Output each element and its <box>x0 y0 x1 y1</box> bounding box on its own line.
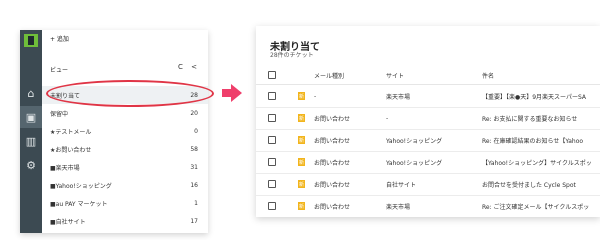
view-item-count: 0 <box>194 127 198 135</box>
view-item-label: ■楽天市場 <box>50 164 80 172</box>
mail-type: お問い合わせ <box>314 203 351 211</box>
view-item-label: 保留中 <box>50 110 69 118</box>
add-button[interactable]: + 追加 <box>50 34 69 43</box>
home-icon[interactable]: ⌂ <box>20 82 42 104</box>
site: - <box>386 114 389 122</box>
view-item-count: 1 <box>194 199 198 207</box>
view-list: 未割り当て 28 保留中 20 ★テストメール 0 ★お問い合わせ 58 ■楽天市場 31… <box>42 86 208 230</box>
view-item-inquiries[interactable]: ★お問い合わせ 58 <box>42 140 208 158</box>
ticket-count: 28件のチケット <box>270 52 314 59</box>
view-item-count: 16 <box>190 181 198 189</box>
table-row[interactable]: 新 お問い合わせ 自社サイト お問合せを受付ました Cycle Spot <box>256 173 600 196</box>
view-item-rakuten[interactable]: ■楽天市場 31 <box>42 158 208 176</box>
view-item-label: ★お問い合わせ <box>50 146 92 154</box>
view-item-au-pay[interactable]: ■au PAY マーケット 1 <box>42 194 208 212</box>
mail-type: - <box>314 92 317 100</box>
table-header: メール種別 サイト 件名 <box>256 66 600 85</box>
subject: 【重要】【楽●天】9月楽天スーパーSA <box>482 93 587 101</box>
ticket-list-panel: 未割り当て 28件のチケット メール種別 サイト 件名 新 - 楽天市場 【重要… <box>256 26 600 217</box>
site: 楽天市場 <box>386 203 411 211</box>
column-header-type[interactable]: メール種別 <box>314 66 344 84</box>
view-tools[interactable]: C < <box>178 63 200 71</box>
new-badge: 新 <box>298 158 305 166</box>
site: Yahoo!ショッピング <box>386 159 443 167</box>
row-checkbox[interactable] <box>268 158 276 166</box>
column-header-site[interactable]: サイト <box>386 66 404 84</box>
row-checkbox[interactable] <box>268 92 276 100</box>
site: 楽天市場 <box>386 93 411 101</box>
sidebar-panel: ⌂ ▣ ▥ ⚙ + 追加 ビュー C < 未割り当て 28 保留中 20 ★テストメ… <box>20 30 208 233</box>
view-heading: ビュー <box>50 67 69 74</box>
new-badge: 新 <box>298 114 305 122</box>
subject: 【Yahoo!ショッピング】サイクルスポッ <box>482 159 592 167</box>
new-badge: 新 <box>298 202 305 210</box>
table-row[interactable]: 新 お問い合わせ Yahoo!ショッピング Re: 在庫確認結果のお知らせ【Ya… <box>256 129 600 152</box>
table-row[interactable]: 新 お問い合わせ Yahoo!ショッピング 【Yahoo!ショッピング】サイクル… <box>256 151 600 174</box>
gear-icon[interactable]: ⚙ <box>20 154 42 176</box>
row-checkbox[interactable] <box>268 136 276 144</box>
view-item-count: 58 <box>190 145 198 153</box>
view-item-yahoo[interactable]: ■Yahoo!ショッピング 16 <box>42 176 208 194</box>
view-item-count: 17 <box>190 217 198 225</box>
new-badge: 新 <box>298 136 305 144</box>
subject: Re: お支払に関する重要なお知らせ <box>482 115 578 123</box>
view-item-label: ■Yahoo!ショッピング <box>50 182 112 190</box>
view-item-own-site[interactable]: ■自社サイト 17 <box>42 212 208 230</box>
view-item-label: ■自社サイト <box>50 218 86 226</box>
view-item-label: ■au PAY マーケット <box>50 200 108 208</box>
highlight-ring <box>46 80 214 107</box>
mail-type: お問い合わせ <box>314 181 351 189</box>
row-checkbox[interactable] <box>268 180 276 188</box>
subject: Re: ご注文確定メール【サイクルスポッ <box>482 203 590 211</box>
new-badge: 新 <box>298 92 305 100</box>
row-checkbox[interactable] <box>268 202 276 210</box>
row-checkbox[interactable] <box>268 114 276 122</box>
site: 自社サイト <box>386 181 417 189</box>
table-row[interactable]: 新 お問い合わせ - Re: お支払に関する重要なお知らせ <box>256 107 600 130</box>
view-item-count: 20 <box>190 109 198 117</box>
view-item-label: ★テストメール <box>50 128 92 136</box>
mail-type: お問い合わせ <box>314 137 351 145</box>
subject: お問合せを受付ました Cycle Spot <box>482 181 576 189</box>
arrow-right-icon <box>222 84 242 102</box>
chart-icon[interactable]: ▥ <box>20 130 42 152</box>
select-all-checkbox[interactable] <box>268 71 276 79</box>
new-badge: 新 <box>298 180 305 188</box>
logo-icon <box>24 34 38 47</box>
table-row[interactable]: 新 お問い合わせ 楽天市場 Re: ご注文確定メール【サイクルスポッ <box>256 195 600 217</box>
column-header-subject[interactable]: 件名 <box>482 66 494 84</box>
mail-type: お問い合わせ <box>314 115 351 123</box>
view-item-count: 31 <box>190 163 198 171</box>
mail-type: お問い合わせ <box>314 159 351 167</box>
subject: Re: 在庫確認結果のお知らせ【Yahoo <box>482 137 584 145</box>
site: Yahoo!ショッピング <box>386 137 443 145</box>
table-row[interactable]: 新 - 楽天市場 【重要】【楽●天】9月楽天スーパーSA <box>256 85 600 108</box>
icon-rail: ⌂ ▣ ▥ ⚙ <box>20 30 42 233</box>
view-item-test-mail[interactable]: ★テストメール 0 <box>42 122 208 140</box>
inbox-icon[interactable]: ▣ <box>20 106 42 128</box>
